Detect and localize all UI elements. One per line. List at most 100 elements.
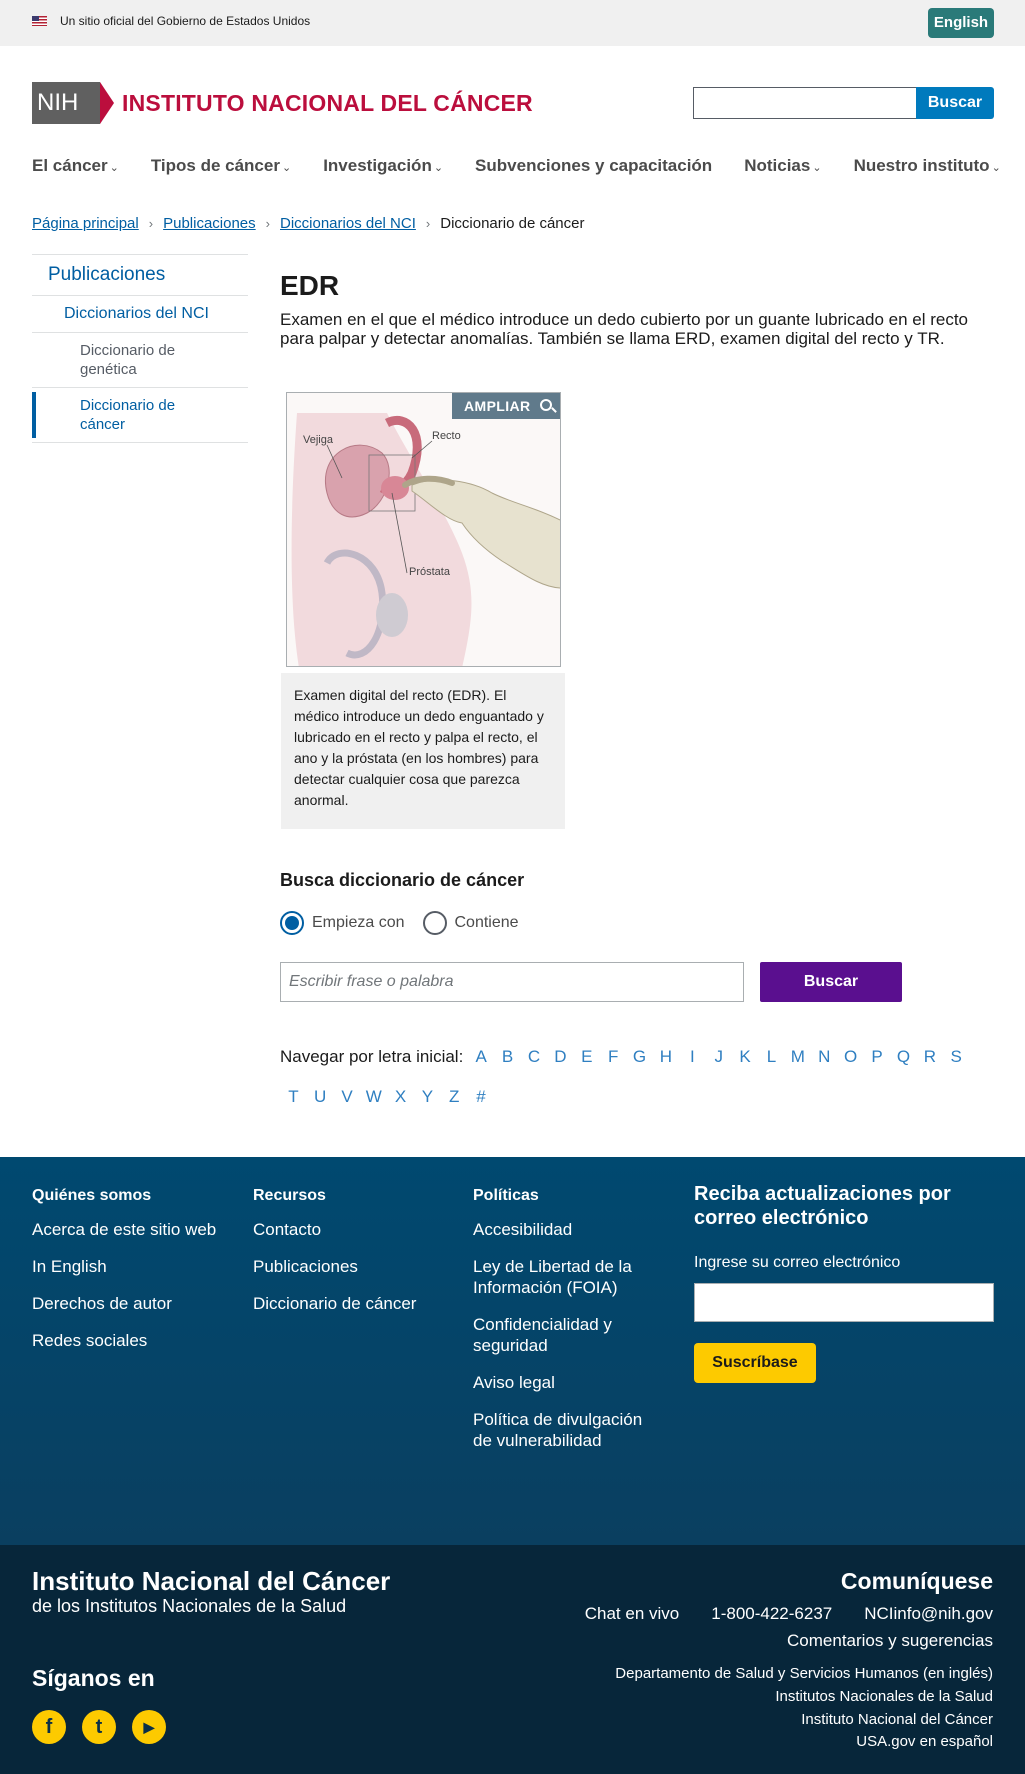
letter-link[interactable]: T [280, 1087, 307, 1107]
phone-link[interactable]: 1-800-422-6237 [711, 1604, 832, 1624]
footer-link[interactable]: Accesibilidad [473, 1219, 663, 1240]
letter-link[interactable]: N [811, 1047, 837, 1067]
dictionary-search-title: Busca diccionario de cáncer [280, 870, 525, 890]
breadcrumb: Página principal › Publicaciones › Dicci… [32, 215, 584, 232]
footer-link[interactable]: Confidencialidad y seguridad [473, 1314, 663, 1356]
footer-link[interactable]: Derechos de autor [32, 1293, 232, 1314]
browse-letter-label: Navegar por letra inicial: [280, 1047, 464, 1066]
email-link[interactable]: NCIinfo@nih.gov [864, 1604, 993, 1624]
term-title: EDR [280, 270, 340, 301]
footer-link[interactable]: In English [32, 1256, 232, 1277]
sidebar-divider [32, 442, 248, 443]
nav-item-0[interactable]: El cáncer ⌄ [32, 156, 119, 176]
letter-link[interactable]: R [917, 1047, 943, 1067]
footer-org-name: Instituto Nacional del Cáncer [32, 1566, 391, 1596]
radio-starts-with-label[interactable]: Empieza con [312, 914, 405, 932]
dictionary-search-button[interactable]: Buscar [760, 962, 902, 1002]
english-language-button[interactable]: English [928, 8, 994, 38]
footer-link[interactable]: Redes sociales [32, 1330, 232, 1351]
email-label: Ingrese su correo electrónico [694, 1254, 901, 1271]
nav-item-label: Tipos de cáncer [150, 156, 280, 175]
letter-link[interactable]: J [706, 1047, 732, 1067]
gov-banner-text: Un sitio oficial del Gobierno de Estados… [60, 14, 311, 28]
gov-banner: Un sitio oficial del Gobierno de Estados… [0, 0, 1025, 46]
footer-link[interactable]: Publicaciones [253, 1256, 443, 1277]
radio-starts-with[interactable] [280, 911, 304, 935]
footer-column-quienes: Quiénes somos Acerca de este sitio web In … [32, 1187, 232, 1367]
letter-link[interactable]: O [837, 1047, 863, 1067]
letter-link[interactable]: M [785, 1047, 811, 1067]
footer-link[interactable]: Acerca de este sitio web [32, 1219, 232, 1240]
figure-caption: Examen digital del recto (EDR). El médic… [281, 673, 565, 829]
dictionary-search-input[interactable]: Escribir frase o palabra [280, 962, 744, 1002]
nav-item-5[interactable]: Nuestro instituto ⌄ [854, 156, 1001, 176]
footer-link[interactable]: Contacto [253, 1219, 443, 1240]
footer-link[interactable]: Ley de Libertad de la Información (FOIA) [473, 1256, 663, 1298]
footer-link[interactable]: Política de divulgación de vulnerabilida… [473, 1409, 663, 1451]
site-search-button[interactable]: Buscar [916, 87, 994, 119]
letter-link[interactable]: P [864, 1047, 890, 1067]
site-search-input[interactable] [693, 87, 916, 119]
footer-link[interactable]: Aviso legal [473, 1372, 663, 1393]
magnifier-icon [540, 399, 552, 411]
letter-link[interactable]: U [307, 1087, 334, 1107]
enlarge-button[interactable]: AMPLIAR [452, 393, 560, 419]
letter-link[interactable]: F [600, 1047, 626, 1067]
breadcrumb-home[interactable]: Página principal [32, 215, 139, 232]
footer-column-politicas: Políticas Accesibilidad Ley de Libertad de… [473, 1187, 663, 1467]
letter-link[interactable]: Z [441, 1087, 468, 1107]
footer-column-heading: Recursos [253, 1187, 326, 1204]
dre-illustration[interactable]: Vejiga Recto Próstata AMPLIAR [286, 392, 561, 667]
sidebar-item-cancer-dictionary[interactable]: Diccionario de cáncer [32, 387, 248, 442]
facebook-icon[interactable]: f [32, 1710, 66, 1744]
youtube-icon[interactable]: ▶ [132, 1710, 166, 1744]
nci-link[interactable]: Instituto Nacional del Cáncer [801, 1711, 993, 1728]
nav-item-label: Investigación [323, 156, 432, 175]
radio-contains-label[interactable]: Contiene [455, 914, 519, 932]
live-chat-link[interactable]: Chat en vivo [585, 1604, 680, 1624]
chevron-down-icon: ⌄ [281, 162, 292, 174]
footer-link[interactable]: Diccionario de cáncer [253, 1293, 443, 1314]
letter-link[interactable]: C [521, 1047, 547, 1067]
main-nav: El cáncer ⌄ Tipos de cáncer ⌄ Investigación ⌄… [32, 156, 1025, 176]
letter-link[interactable]: I [679, 1047, 705, 1067]
letter-link[interactable]: H [653, 1047, 679, 1067]
nav-item-3[interactable]: Subvenciones y capacitación [475, 156, 712, 176]
twitter-icon[interactable]: t [82, 1710, 116, 1744]
subscribe-button[interactable]: Suscríbase [694, 1343, 816, 1383]
letter-link[interactable]: A [468, 1047, 494, 1067]
letter-link[interactable]: E [574, 1047, 600, 1067]
letter-link[interactable]: Y [414, 1087, 441, 1107]
sidebar-item-diccionarios[interactable]: Diccionarios del NCI [32, 295, 248, 332]
sidebar-item-genetica[interactable]: Diccionario de genética [32, 332, 248, 387]
usagov-link[interactable]: USA.gov en español [856, 1733, 993, 1750]
letter-link[interactable]: Q [890, 1047, 916, 1067]
letter-link[interactable]: L [758, 1047, 784, 1067]
feedback-link[interactable]: Comentarios y sugerencias [787, 1631, 993, 1651]
letter-link[interactable]: V [334, 1087, 361, 1107]
letter-link[interactable]: D [547, 1047, 573, 1067]
letter-link[interactable]: K [732, 1047, 758, 1067]
letter-link[interactable]: B [494, 1047, 520, 1067]
letter-link[interactable]: X [387, 1087, 414, 1107]
letter-link[interactable]: G [626, 1047, 652, 1067]
breadcrumb-diccionarios[interactable]: Diccionarios del NCI [280, 215, 416, 232]
letter-link[interactable]: S [943, 1047, 969, 1067]
radio-contains[interactable] [422, 911, 447, 935]
letter-link[interactable]: # [468, 1087, 495, 1107]
nih-logo-icon: NIH [32, 82, 114, 124]
breadcrumb-publicaciones[interactable]: Publicaciones [163, 215, 256, 232]
section-sidebar: Publicaciones Diccionarios del NCI Dicci… [32, 254, 248, 443]
label-prostata: Próstata [409, 566, 451, 578]
contact-row: Chat en vivo 1-800-422-6237 NCIinfo@nih.… [585, 1604, 993, 1624]
email-input[interactable] [694, 1283, 994, 1322]
nav-item-4[interactable]: Noticias ⌄ [744, 156, 821, 176]
nci-logo[interactable]: NIH INSTITUTO NACIONAL DEL CÁNCER [32, 82, 533, 124]
nav-item-1[interactable]: Tipos de cáncer ⌄ [151, 156, 291, 176]
nav-item-2[interactable]: Investigación ⌄ [323, 156, 443, 176]
hhs-link[interactable]: Departamento de Salud y Servicios Humano… [615, 1665, 993, 1682]
contact-title: Comuníquese [840, 1568, 993, 1594]
letter-link[interactable]: W [360, 1087, 387, 1107]
nih-link[interactable]: Institutos Nacionales de la Salud [775, 1688, 993, 1705]
sidebar-item-publicaciones[interactable]: Publicaciones [32, 254, 248, 295]
